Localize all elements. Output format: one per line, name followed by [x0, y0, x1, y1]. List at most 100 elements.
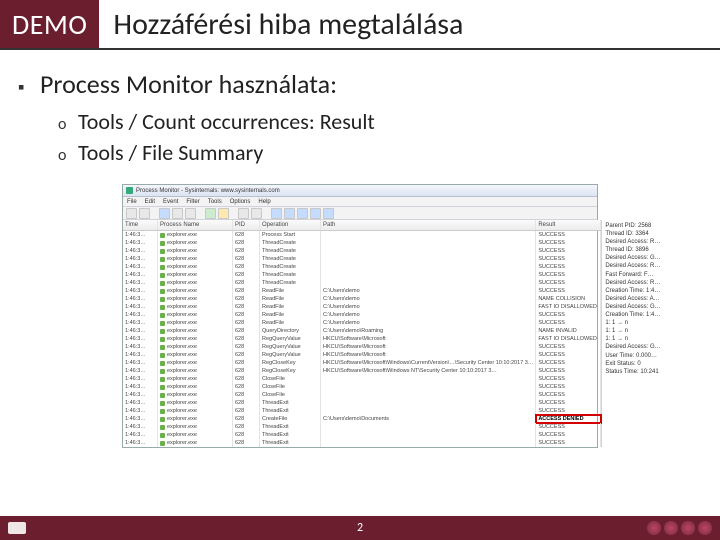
detail-line: Thread ID: 3364 — [605, 230, 660, 238]
event-row[interactable]: 1:46:3…explorer.exe628ThreadExitSUCCESS — [123, 423, 601, 431]
procmon-window: Process Monitor - Sysinternals: www.sysi… — [122, 184, 598, 448]
event-row[interactable]: 1:46:3…explorer.exe628ThreadCreateSUCCES… — [123, 255, 601, 263]
menu-item[interactable]: Options — [230, 199, 251, 205]
bullet-level2: o Tools / Count occurrences: Result — [58, 108, 702, 135]
detail-line: Desired Access: G… — [605, 343, 660, 351]
event-row[interactable]: 1:46:3…explorer.exe628RegCloseKeyHKCU\So… — [123, 359, 601, 367]
event-row[interactable]: 1:46:3…explorer.exe628ThreadCreateSUCCES… — [123, 239, 601, 247]
event-row[interactable]: 1:46:3…explorer.exe628ReadFileC:\Users\d… — [123, 295, 601, 303]
col-pid[interactable]: PID — [233, 220, 260, 230]
event-row[interactable]: 1:46:3…explorer.exe628ThreadCreateSUCCES… — [123, 247, 601, 255]
menu-item[interactable]: Event — [163, 199, 178, 205]
menu-item[interactable]: Filter — [186, 199, 199, 205]
title-bar: DEMO Hozzáférési hiba megtalálása — [0, 0, 720, 50]
event-row[interactable]: 1:46:3…explorer.exe628CloseFileSUCCESS — [123, 375, 601, 383]
shield-icon — [664, 521, 678, 535]
event-row[interactable]: 1:46:3…explorer.exe628ThreadExitSUCCESS — [123, 399, 601, 407]
detail-line: Creation Time: 1:4… — [605, 311, 660, 319]
toolbar-clear-icon[interactable] — [185, 208, 196, 219]
bullet-text: Tools / Count occurrences: Result — [78, 108, 375, 135]
menu-item[interactable]: Help — [258, 199, 270, 205]
toolbar-filter-icon[interactable] — [205, 208, 216, 219]
toolbar-process-icon[interactable] — [310, 208, 321, 219]
detail-line: Desired Access: G… — [605, 254, 660, 262]
procmon-column-header: Time Process Name PID Operation Path Res… — [123, 220, 601, 231]
event-row[interactable]: 1:46:3…explorer.exe628ThreadExitSUCCESS — [123, 439, 601, 447]
event-row[interactable]: 1:46:3…explorer.exe628CloseFileSUCCESS — [123, 383, 601, 391]
procmon-app-icon — [126, 187, 133, 194]
slide-body: ▪ Process Monitor használata: o Tools / … — [0, 50, 720, 540]
bullet-circle-icon: o — [58, 146, 78, 165]
procmon-title: Process Monitor - Sysinternals: www.sysi… — [136, 188, 280, 194]
toolbar-find-icon[interactable] — [238, 208, 249, 219]
toolbar-highlight-icon[interactable] — [218, 208, 229, 219]
toolbar-capture-icon[interactable] — [159, 208, 170, 219]
slide: DEMO Hozzáférési hiba megtalálása ▪ Proc… — [0, 0, 720, 540]
detail-line: Desired Access: R… — [605, 238, 660, 246]
toolbar-save-icon[interactable] — [139, 208, 150, 219]
slide-footer: 2 — [0, 516, 720, 540]
bullet-text: Tools / File Summary — [78, 139, 263, 166]
event-row[interactable]: 1:46:3…explorer.exe628Process StartSUCCE… — [123, 231, 601, 239]
event-row[interactable]: 1:46:3…explorer.exe628CloseFileSUCCESS — [123, 391, 601, 399]
procmon-main: Time Process Name PID Operation Path Res… — [123, 220, 597, 447]
menu-item[interactable]: File — [127, 199, 137, 205]
toolbar-profiling-icon[interactable] — [323, 208, 334, 219]
procmon-event-list: Time Process Name PID Operation Path Res… — [123, 220, 602, 447]
bullet-level1: ▪ Process Monitor használata: — [18, 68, 702, 100]
detail-line: 1: 1 → n — [605, 335, 660, 343]
procmon-menubar: File Edit Event Filter Tools Options Help — [123, 197, 597, 207]
col-operation[interactable]: Operation — [260, 220, 321, 230]
event-row[interactable]: 1:46:3…explorer.exe628ReadFileC:\Users\d… — [123, 287, 601, 295]
building-icon — [8, 522, 26, 534]
detail-line: Desired Access: G… — [605, 303, 660, 311]
detail-line: Fast Forward: F… — [605, 271, 660, 279]
procmon-detail-pane: Parent PID: 2568Thread ID: 3364Desired A… — [602, 220, 663, 447]
col-result[interactable]: Result — [536, 220, 601, 230]
event-row[interactable]: 1:46:3…explorer.exe628RegQueryValueHKCU\… — [123, 335, 601, 343]
slide-title: Hozzáférési hiba megtalálása — [99, 0, 463, 48]
toolbar-filesystem-icon[interactable] — [284, 208, 295, 219]
bullet-square-icon: ▪ — [18, 76, 40, 98]
event-row[interactable]: 1:46:3…explorer.exe628CreateFileC:\Users… — [123, 415, 601, 423]
col-time[interactable]: Time — [123, 220, 158, 230]
toolbar-autoscroll-icon[interactable] — [172, 208, 183, 219]
event-row[interactable]: 1:46:3…explorer.exe628RegQueryValueHKCU\… — [123, 343, 601, 351]
toolbar-registry-icon[interactable] — [271, 208, 282, 219]
menu-item[interactable]: Edit — [145, 199, 155, 205]
event-row[interactable]: 1:46:3…explorer.exe628ThreadCreateSUCCES… — [123, 279, 601, 287]
toolbar-network-icon[interactable] — [297, 208, 308, 219]
detail-line: Creation Time: 1:4… — [605, 287, 660, 295]
event-row[interactable]: 1:46:3…explorer.exe628ReadFileC:\Users\d… — [123, 311, 601, 319]
col-process[interactable]: Process Name — [158, 220, 233, 230]
bullet-circle-icon: o — [58, 115, 78, 134]
procmon-toolbar — [123, 207, 597, 220]
page-number: 2 — [357, 521, 363, 535]
event-row[interactable]: 1:46:3…explorer.exe628QueryDirectoryC:\U… — [123, 327, 601, 335]
event-row[interactable]: 1:46:3…explorer.exe628ReadFileC:\Users\d… — [123, 303, 601, 311]
footer-logo-left — [8, 522, 26, 534]
event-row[interactable]: 1:46:3…explorer.exe628ThreadExitSUCCESS — [123, 431, 601, 439]
event-row[interactable]: 1:46:3…explorer.exe628RegCloseKeyHKCU\So… — [123, 367, 601, 375]
detail-line: Status Time: 10:241 — [605, 368, 660, 376]
shield-icon — [647, 521, 661, 535]
toolbar-jump-icon[interactable] — [251, 208, 262, 219]
shield-icon — [681, 521, 695, 535]
detail-line: User Time: 0.000… — [605, 352, 660, 360]
toolbar-open-icon[interactable] — [126, 208, 137, 219]
event-row[interactable]: 1:46:3…explorer.exe628ReadFileC:\Users\d… — [123, 319, 601, 327]
event-row[interactable]: 1:46:3…explorer.exe628RegQueryValueHKCU\… — [123, 351, 601, 359]
event-row[interactable]: 1:46:3…explorer.exe628ThreadCreateSUCCES… — [123, 263, 601, 271]
event-row[interactable]: 1:46:3…explorer.exe628ThreadCreateSUCCES… — [123, 271, 601, 279]
col-path[interactable]: Path — [321, 220, 536, 230]
bullet-level2: o Tools / File Summary — [58, 139, 702, 166]
detail-line: Thread ID: 3896 — [605, 246, 660, 254]
detail-line: 1: 1 → n — [605, 327, 660, 335]
detail-line: Desired Access: R… — [605, 279, 660, 287]
menu-item[interactable]: Tools — [208, 199, 222, 205]
detail-line: 1: 1 → n — [605, 319, 660, 327]
detail-line: Desired Access: A… — [605, 295, 660, 303]
bullet-text: Process Monitor használata: — [40, 68, 337, 100]
detail-line: Parent PID: 2568 — [605, 222, 660, 230]
event-row[interactable]: 1:46:3…explorer.exe628ThreadExitSUCCESS — [123, 407, 601, 415]
